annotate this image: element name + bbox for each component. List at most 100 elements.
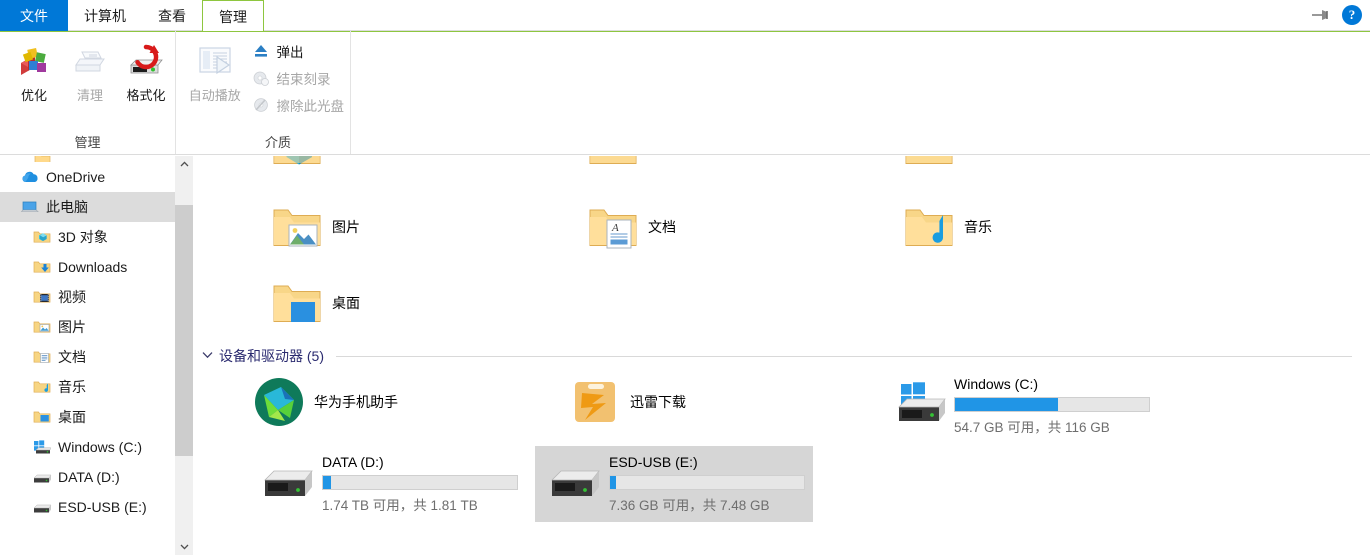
sidebar-item-pictures[interactable]: 图片 (0, 312, 175, 342)
svg-text:A: A (611, 222, 619, 234)
ribbon-tabstrip: 文件 计算机 查看 管理 ? (0, 0, 1370, 32)
content-item-music-label: 音乐 (964, 219, 992, 235)
folder-music-icon (900, 198, 958, 256)
tabstrip-right-controls: ? (1310, 0, 1370, 30)
file-explorer-window: 文件 计算机 查看 管理 ? 优化 清理 格式化 管理 自动播放 弹出 结束刻录… (0, 0, 1370, 555)
content-item-videos[interactable] (900, 156, 964, 174)
cleanup-button[interactable]: 清理 (62, 31, 118, 104)
eject-label: 弹出 (276, 44, 304, 60)
hdd-icon (256, 452, 318, 508)
content-item-downloads[interactable] (584, 156, 648, 174)
content-item-pictures-label: 图片 (332, 219, 360, 235)
sidebar-item-documents[interactable]: 文档 (0, 342, 175, 372)
sidebar-item-this-pc[interactable]: 此电脑 (0, 192, 175, 222)
erase-disc-label: 擦除此光盘 (276, 98, 345, 114)
sidebar-item-windows-c-label: Windows (C:) (58, 439, 143, 455)
this-pc-icon (20, 197, 40, 217)
drive-item-data-d-usage-bar (322, 475, 518, 490)
ribbon-group-manage: 优化 清理 格式化 管理 (0, 31, 175, 154)
content-item-desktop[interactable]: 桌面 (268, 274, 360, 332)
hdd-icon (32, 497, 52, 517)
folder-desktop-icon (32, 407, 52, 427)
sidebar-item-pictures-label: 图片 (58, 319, 86, 335)
content-item-3d-objects[interactable] (268, 156, 332, 174)
drive-item-esd-usb-e-name: ESD-USB (E:) (609, 454, 698, 470)
content-item-documents[interactable]: A 文档 (584, 198, 676, 256)
thunder-download-icon (564, 374, 626, 430)
drive-usage-fill (323, 476, 331, 489)
sidebar-item-onedrive[interactable]: OneDrive (0, 162, 175, 192)
sidebar-item-onedrive-label: OneDrive (46, 169, 106, 185)
tab-view[interactable]: 查看 (142, 0, 202, 31)
drive-item-windows-c-usage-bar (954, 397, 1150, 412)
help-icon[interactable]: ? (1342, 5, 1362, 25)
tab-file[interactable]: 文件 (0, 0, 68, 31)
content-item-pictures[interactable]: 图片 (268, 198, 360, 256)
sidebar-item-esd-usb-e[interactable]: ESD-USB (E:) (0, 492, 175, 522)
scroll-down-arrow-icon[interactable] (175, 539, 193, 555)
autoplay-label: 自动播放 (188, 88, 241, 103)
eject-button[interactable]: 弹出 (246, 39, 351, 62)
device-item-huawei-hisuite[interactable]: 华为手机助手 (248, 374, 398, 430)
tab-file-label: 文件 (20, 7, 48, 24)
sidebar-item-music[interactable]: 音乐 (0, 372, 175, 402)
content-pane[interactable]: 图片 A 文档 音乐 桌面 设备和驱动器 (5) 华为手机助手 迅雷下载 Win… (194, 156, 1370, 555)
huawei-hisuite-icon (248, 374, 310, 430)
windows-drive-icon (888, 374, 950, 430)
finish-burning-button[interactable]: 结束刻录 (246, 66, 351, 89)
sidebar-item-data-d[interactable]: DATA (D:) (0, 462, 175, 492)
sidebar-item-3d-objects[interactable]: 3D 对象 (0, 222, 175, 252)
hdd-icon (543, 452, 605, 508)
ribbon-group-manage-title: 管理 (74, 135, 101, 150)
format-button[interactable]: 格式化 (118, 31, 174, 104)
ribbon-panel: 优化 清理 格式化 管理 自动播放 弹出 结束刻录 擦除此光盘 介质 (0, 31, 1370, 155)
sidebar-item-downloads[interactable]: Downloads (0, 252, 175, 282)
autoplay-button[interactable]: 自动播放 (184, 31, 246, 104)
drive-item-data-d[interactable]: DATA (D:) 1.74 TB 可用，共 1.81 TB (248, 446, 526, 522)
group-header-devices[interactable]: 设备和驱动器 (5) (202, 346, 1352, 366)
navigation-pane[interactable]: OneDrive 此电脑 3D 对象 Downloads 视频 图片 文档 音乐… (0, 156, 175, 555)
sidebar-item-data-d-label: DATA (D:) (58, 469, 120, 485)
sidebar-item-windows-c[interactable]: Windows (C:) (0, 432, 175, 462)
sidebar-item-desktop[interactable]: 桌面 (0, 402, 175, 432)
drive-item-data-d-free: 1.74 TB 可用，共 1.81 TB (322, 498, 478, 513)
folder-music-icon (32, 377, 52, 397)
folder-3dobjects-icon (32, 227, 52, 247)
drive-item-windows-c-info: Windows (C:) 54.7 GB 可用，共 116 GB (954, 374, 1150, 436)
sidebar-item-videos-label: 视频 (58, 289, 86, 305)
drive-item-data-d-name: DATA (D:) (322, 454, 384, 470)
navpane-scrollbar-thumb[interactable] (175, 205, 193, 456)
navpane-scrollbar[interactable] (175, 156, 193, 555)
folder-videos-icon (900, 156, 958, 174)
windows-drive-icon (32, 437, 52, 457)
drive-usage-fill (610, 476, 616, 489)
finish-burning-icon (252, 69, 270, 87)
content-item-music[interactable]: 音乐 (900, 198, 992, 256)
optimize-label: 优化 (20, 88, 47, 103)
sidebar-item-esd-usb-e-label: ESD-USB (E:) (58, 499, 147, 515)
tab-manage[interactable]: 管理 (202, 0, 264, 32)
drive-item-windows-c-name: Windows (C:) (954, 376, 1039, 392)
tab-computer[interactable]: 计算机 (68, 0, 142, 31)
sidebar-item-documents-label: 文档 (58, 349, 86, 365)
folder-downloads-icon (584, 156, 642, 174)
drive-item-esd-usb-e[interactable]: ESD-USB (E:) 7.36 GB 可用，共 7.48 GB (535, 446, 813, 522)
folder-icon (32, 156, 52, 162)
sidebar-item-downloads-label: Downloads (58, 259, 128, 275)
optimize-icon (14, 39, 54, 83)
drive-item-windows-c[interactable]: Windows (C:) 54.7 GB 可用，共 116 GB (880, 368, 1158, 444)
sidebar-item-videos[interactable]: 视频 (0, 282, 175, 312)
device-item-thunder-download[interactable]: 迅雷下载 (564, 374, 686, 430)
erase-disc-button[interactable]: 擦除此光盘 (246, 93, 351, 116)
format-label: 格式化 (126, 88, 166, 103)
folder-pictures-icon (32, 317, 52, 337)
hdd-icon (32, 467, 52, 487)
optimize-button[interactable]: 优化 (6, 31, 62, 104)
drive-item-esd-usb-e-info: ESD-USB (E:) 7.36 GB 可用，共 7.48 GB (609, 452, 805, 514)
chevron-down-icon[interactable] (202, 350, 213, 362)
ribbon-group-media: 自动播放 弹出 结束刻录 擦除此光盘 介质 (175, 31, 350, 154)
pin-ribbon-icon[interactable] (1310, 7, 1332, 23)
folder-desktop-icon (268, 274, 326, 332)
scroll-up-arrow-icon[interactable] (175, 156, 193, 172)
autoplay-icon (195, 39, 235, 83)
